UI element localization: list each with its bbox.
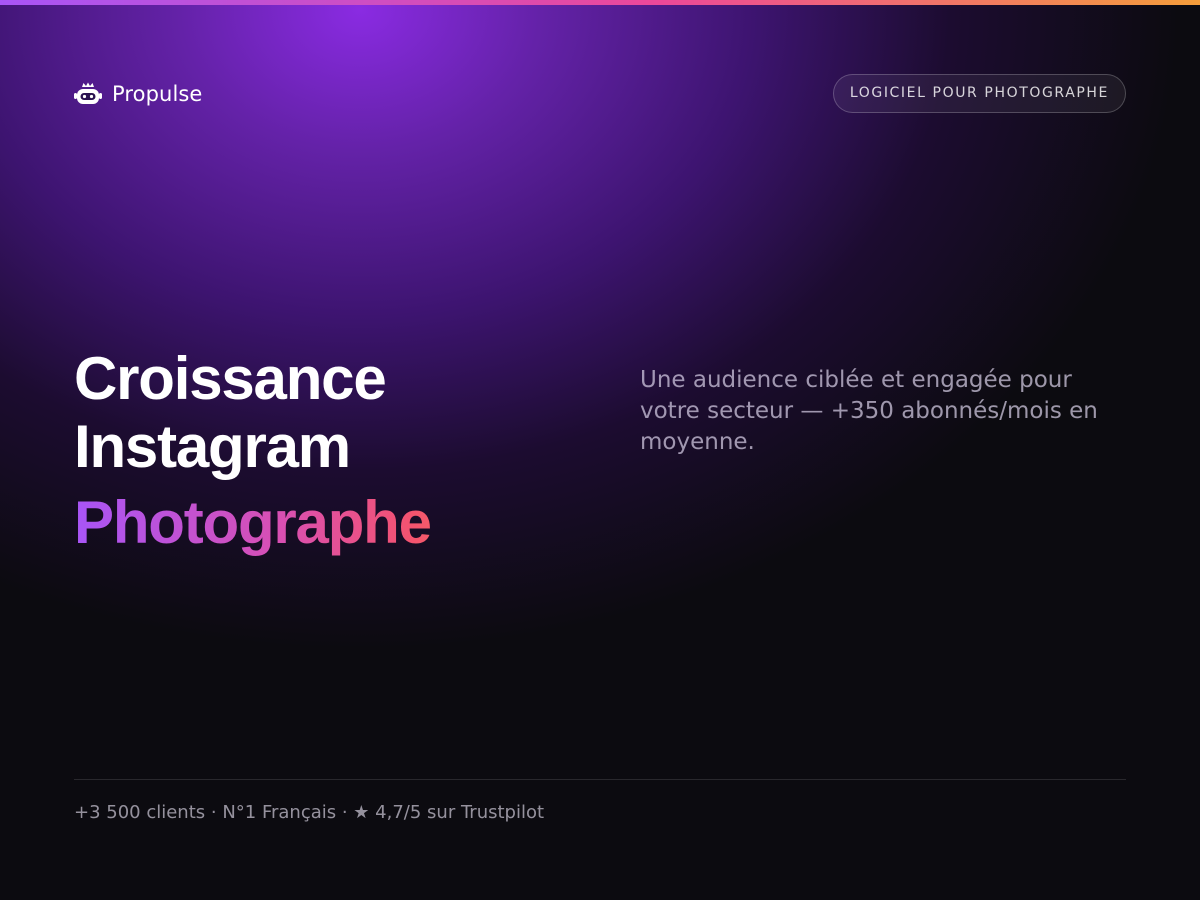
footer-divider bbox=[74, 779, 1126, 780]
social-proof-stats: +3 500 clients · N°1 Français · ★ 4,7/5 … bbox=[74, 802, 545, 823]
hero-description: Une audience ciblée et engagée pour votr… bbox=[640, 367, 1098, 455]
category-badge: LOGICIEL POUR PHOTOGRAPHE bbox=[832, 74, 1126, 113]
hero-title-line-2: Instagram bbox=[74, 413, 351, 480]
brand-name: Propulse bbox=[112, 82, 203, 106]
hero-title-accent: Photographe bbox=[74, 489, 594, 557]
hero-title: Croissance Instagram Photographe bbox=[74, 345, 594, 557]
brand-logo[interactable]: Propulse bbox=[74, 80, 202, 108]
hero-title-line-1: Croissance bbox=[74, 345, 387, 412]
hero-page: Propulse LOGICIEL POUR PHOTOGRAPHE Crois… bbox=[0, 0, 1200, 900]
robot-crown-icon bbox=[74, 82, 102, 104]
top-gradient-bar bbox=[0, 0, 1200, 5]
